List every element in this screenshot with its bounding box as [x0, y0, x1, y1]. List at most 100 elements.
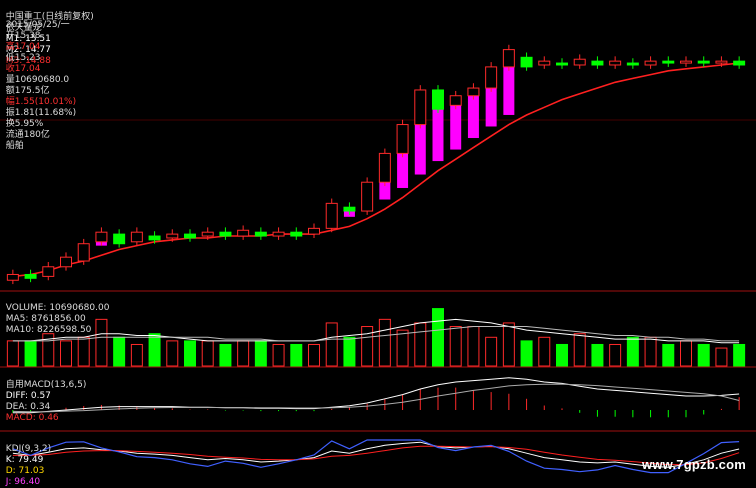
candle-body [201, 231, 214, 237]
macd-value: MACD: 0.46 [5, 413, 59, 423]
volume-bar [644, 336, 657, 367]
candle-body [219, 231, 232, 237]
volume-bar [113, 336, 126, 367]
watermark: www.7gpzb.com [642, 457, 746, 472]
volume-bar [485, 336, 498, 367]
candle-body [556, 62, 568, 66]
candle-body [502, 49, 515, 68]
high-value: 高17.04 [5, 42, 41, 52]
candle-body [485, 66, 498, 89]
macd-label: 自用MACD(13,6,5) [5, 380, 87, 390]
macd-dea: DEA: 0.34 [5, 402, 51, 412]
volume-bar [538, 336, 551, 367]
candle-body [644, 60, 657, 66]
volume-ma5: MA5: 8761856.00 [5, 314, 86, 324]
volume-panel-label: VOLUME: 10690680.00 MA5: 8761856.00 MA10… [0, 292, 110, 336]
volume-bar [449, 326, 462, 367]
candle-body [697, 60, 710, 64]
volume-bar [325, 322, 338, 367]
candle-body [626, 62, 639, 66]
volume-bar [24, 340, 37, 367]
candle-body [343, 206, 356, 212]
kdj-panel-label: KDJ(9,3,2) K: 79.49 D: 71.03 J: 96.40 [0, 433, 51, 488]
float-cap-value: 流通180亿 [5, 130, 50, 140]
low-value: 低15.23 [5, 53, 41, 63]
volume-bar [290, 343, 303, 367]
volume-bar [148, 333, 161, 367]
volume-bar [308, 343, 320, 367]
volume-bar [378, 318, 391, 367]
macd-diff: DIFF: 0.57 [5, 391, 51, 401]
candle-body [414, 89, 427, 126]
candle-body [396, 124, 409, 154]
candle-body [680, 60, 692, 64]
candle-body [60, 256, 72, 268]
volume-bar [237, 340, 250, 367]
candle-body [325, 202, 338, 229]
candle-body [378, 152, 391, 183]
volume-bar [414, 322, 427, 367]
volume-bar [77, 336, 90, 367]
turnover-value: 换5.95% [5, 119, 44, 129]
candle-body [130, 231, 143, 243]
sector-value: 船舶 [5, 141, 24, 151]
volume-bar [715, 347, 728, 367]
volume-ma10: MA10: 8226598.50 [5, 325, 92, 335]
volume-bar [662, 343, 675, 367]
candle-body [308, 227, 320, 235]
volume-bar [6, 340, 19, 367]
candle-body [272, 231, 285, 237]
candle-body [254, 231, 267, 237]
volume-bar [573, 333, 586, 367]
amplitude-value: 振1.81(11.68%) [5, 108, 77, 118]
candle-body [6, 273, 19, 281]
kdj-k: K: 79.49 [5, 455, 44, 465]
volume-bar [272, 343, 285, 367]
candle-body [733, 60, 746, 66]
volume-bar [556, 343, 568, 367]
volume-bar [432, 308, 444, 367]
candle-body [715, 60, 728, 64]
amount-value: 额175.5亿 [5, 86, 50, 96]
volume-bar [520, 340, 533, 367]
close-value: 收17.04 [5, 64, 41, 74]
candle-body [24, 273, 37, 279]
volume-bar [609, 343, 622, 367]
change-value: 幅1.55(10.01%) [5, 97, 77, 107]
volume-bar [396, 329, 409, 367]
candle-body [361, 181, 374, 212]
candle-body [538, 60, 551, 66]
volume-bar [502, 322, 515, 367]
candle-body [184, 233, 196, 239]
candle-body [573, 58, 586, 66]
volume-bar [680, 340, 692, 367]
volume-bar [343, 336, 356, 367]
volume-bar [130, 343, 143, 367]
volume-bar [184, 340, 196, 367]
candle-body [95, 231, 108, 243]
candle-body [237, 229, 250, 237]
volume-bar [626, 336, 639, 367]
candle-body [609, 60, 622, 66]
open-value: 开15.38 [5, 31, 41, 41]
candle-body [113, 233, 126, 245]
candle-body [467, 87, 480, 97]
volume-bar [60, 340, 72, 367]
candle-body [662, 60, 675, 64]
volume-bar [254, 340, 267, 367]
candle-body [148, 235, 161, 241]
header-line-2: 2015/05/25/一 开15.38 高17.04 低15.23 收17.04… [0, 9, 76, 152]
kdj-j: J: 96.40 [5, 477, 41, 487]
candle-body [591, 60, 604, 66]
volume-bar [697, 343, 710, 367]
candle-body [520, 56, 533, 68]
volume-bar [201, 340, 214, 367]
volume-bar [219, 343, 232, 367]
volume-bar [467, 326, 480, 367]
stock-chart [0, 0, 756, 487]
date-value: 2015/05/25/一 [5, 20, 70, 30]
volume-bar [733, 343, 746, 367]
candle-body [290, 231, 303, 237]
macd-panel-label: 自用MACD(13,6,5) DIFF: 0.57 DEA: 0.34 MACD… [0, 369, 87, 424]
volume-bar [166, 340, 179, 367]
